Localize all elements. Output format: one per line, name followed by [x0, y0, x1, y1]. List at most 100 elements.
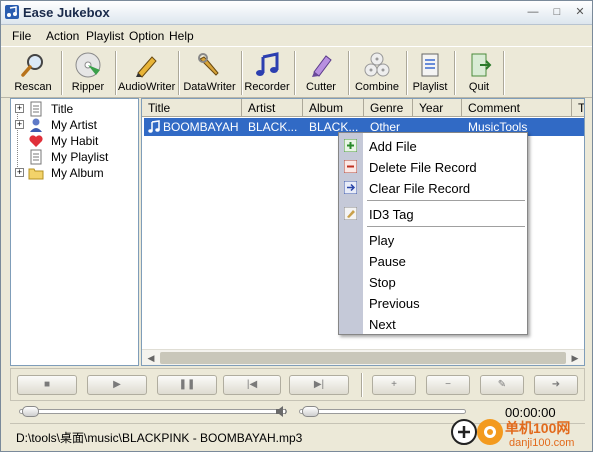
pause-button[interactable]: ❚❚: [157, 375, 217, 395]
app-window: Ease Jukebox — □ ✕ File Action Playlist …: [0, 0, 593, 452]
tree-item-label: My Artist: [51, 118, 98, 132]
playlist-icon: [421, 53, 439, 77]
menu-action[interactable]: Action: [46, 29, 79, 43]
column-header-comment[interactable]: Comment: [462, 99, 572, 117]
toolbar-divider: [348, 51, 350, 95]
context-menu-delete-file-record[interactable]: Delete File Record: [369, 160, 477, 175]
watermark-url: danji100.com: [509, 437, 575, 449]
ripper-button[interactable]: Ripper: [65, 49, 111, 97]
toolbar-divider: [503, 51, 505, 95]
context-menu-clear-file-record[interactable]: Clear File Record: [369, 181, 470, 196]
quit-button[interactable]: Quit: [459, 49, 499, 97]
toolbar-divider: [178, 51, 180, 95]
playlist-button[interactable]: Playlist: [410, 49, 450, 97]
datawriter-label: DataWriter: [183, 81, 236, 93]
context-menu-previous[interactable]: Previous: [369, 296, 420, 311]
toolbar-divider: [61, 51, 63, 95]
context-menu-next[interactable]: Next: [369, 317, 396, 332]
toolbar: Rescan Ripper AudioWriter DataWriter Rec…: [1, 46, 592, 98]
recorder-label: Recorder: [244, 81, 290, 93]
tree-item-my-habit[interactable]: My Habit: [13, 133, 137, 149]
context-menu-id3-tag[interactable]: ID3 Tag: [369, 207, 414, 222]
maximize-button[interactable]: □: [549, 5, 565, 19]
id3-tag-icon: [344, 207, 357, 220]
forward-button[interactable]: ➜: [534, 375, 578, 395]
scroll-left-arrow-icon[interactable]: ◀: [144, 351, 158, 365]
seek-knob[interactable]: [22, 406, 39, 417]
tree-item-my-artist[interactable]: + My Artist: [13, 117, 137, 133]
column-header-genre[interactable]: Genre: [364, 99, 413, 117]
library-tree[interactable]: + Title + My Artist My Habit My Playlist…: [10, 98, 139, 366]
audiowriter-button[interactable]: AudioWriter: [118, 49, 175, 97]
column-header-artist[interactable]: Artist: [242, 99, 303, 117]
folder-icon: [28, 168, 44, 180]
datawriter-button[interactable]: DataWriter: [182, 49, 237, 97]
ripper-label: Ripper: [71, 81, 105, 93]
expand-icon[interactable]: +: [15, 168, 24, 177]
add-file-icon: [344, 139, 357, 152]
title-bar[interactable]: Ease Jukebox — □ ✕: [1, 1, 592, 25]
clear-record-icon: [344, 181, 357, 194]
previous-button[interactable]: |◀: [223, 375, 281, 395]
menu-playlist[interactable]: Playlist: [86, 29, 124, 43]
expand-icon[interactable]: +: [15, 120, 24, 129]
context-menu-separator: [367, 200, 525, 201]
document-icon: [30, 149, 42, 165]
combine-button[interactable]: Combine: [352, 49, 402, 97]
context-menu: Add File Delete File Record Clear File R…: [338, 132, 528, 335]
seek-track: [19, 409, 287, 414]
marker-icon: [312, 55, 332, 77]
play-button[interactable]: ▶: [87, 375, 147, 395]
column-header-album[interactable]: Album: [303, 99, 364, 117]
menu-file[interactable]: File: [12, 29, 31, 43]
toolbar-divider: [406, 51, 408, 95]
toolbar-divider: [241, 51, 243, 95]
column-header-year[interactable]: Year: [413, 99, 462, 117]
playlist-label: Playlist: [412, 81, 448, 93]
scrollbar-thumb[interactable]: [160, 352, 566, 364]
context-menu-play[interactable]: Play: [369, 233, 394, 248]
close-button[interactable]: ✕: [572, 5, 588, 19]
player-controls: ■ ▶ ❚❚ |◀ ▶| + − ✎ ➜: [10, 368, 585, 401]
menu-help[interactable]: Help: [169, 29, 194, 43]
stop-button[interactable]: ■: [17, 375, 77, 395]
horizontal-scrollbar[interactable]: ◀ ▶: [142, 349, 584, 365]
person-icon: [30, 118, 42, 132]
discs-icon: [364, 52, 390, 77]
expand-icon[interactable]: +: [15, 104, 24, 113]
toolbar-divider: [454, 51, 456, 95]
add-button[interactable]: +: [372, 375, 416, 395]
remove-button[interactable]: −: [426, 375, 470, 395]
speaker-icon[interactable]: [275, 405, 289, 418]
cutter-button[interactable]: Cutter: [298, 49, 344, 97]
context-menu-pause[interactable]: Pause: [369, 254, 406, 269]
tree-item-my-album[interactable]: + My Album: [13, 165, 137, 181]
heart-icon: [29, 135, 43, 147]
menu-bar: File Action Playlist Option Help: [1, 26, 592, 46]
music-note-icon: [256, 52, 279, 76]
recorder-button[interactable]: Recorder: [244, 49, 290, 97]
tree-item-title[interactable]: + Title: [13, 101, 137, 117]
context-menu-separator: [367, 226, 525, 227]
context-menu-stop[interactable]: Stop: [369, 275, 396, 290]
column-header-track[interactable]: T: [572, 99, 584, 117]
magnifier-icon: [21, 54, 43, 77]
edit-button[interactable]: ✎: [480, 375, 524, 395]
context-menu-add-file[interactable]: Add File: [369, 139, 417, 154]
watermark-plus-logo: [451, 419, 477, 445]
tree-item-my-playlist[interactable]: My Playlist: [13, 149, 137, 165]
rescan-button[interactable]: Rescan: [9, 49, 57, 97]
column-header-title[interactable]: Title: [142, 99, 242, 117]
document-icon: [30, 101, 42, 117]
tree-item-label: My Habit: [51, 134, 99, 148]
menu-option[interactable]: Option: [129, 29, 164, 43]
delete-record-icon: [344, 160, 357, 173]
minimize-button[interactable]: —: [525, 5, 541, 19]
seek-slider[interactable]: [19, 406, 287, 417]
volume-slider[interactable]: [299, 406, 466, 417]
volume-knob[interactable]: [302, 406, 319, 417]
scroll-right-arrow-icon[interactable]: ▶: [568, 351, 582, 365]
music-file-icon: [148, 120, 160, 133]
next-button[interactable]: ▶|: [289, 375, 349, 395]
quit-label: Quit: [468, 81, 490, 93]
